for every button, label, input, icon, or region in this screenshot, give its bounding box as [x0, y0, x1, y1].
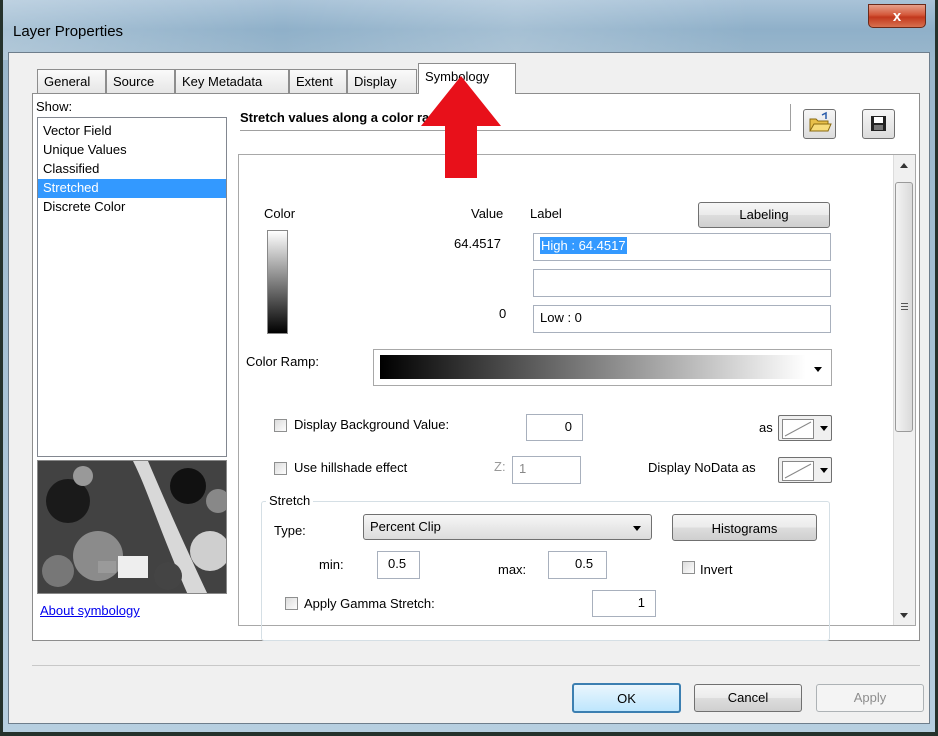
tab-source[interactable]: Source — [106, 69, 175, 93]
tab-label: Display — [354, 74, 397, 89]
hillshade-label: Use hillshade effect — [294, 460, 408, 475]
heading-divider — [240, 130, 790, 131]
invert-checkbox[interactable] — [682, 561, 695, 574]
display-background-label: Display Background Value: — [294, 417, 450, 432]
labeling-button[interactable]: Labeling — [698, 202, 830, 228]
high-label-input[interactable]: High : 64.4517 — [533, 233, 831, 261]
window-edge-left — [0, 0, 3, 736]
cancel-button[interactable]: Cancel — [694, 684, 802, 712]
list-item-stretched[interactable]: Stretched — [38, 179, 226, 198]
z-factor-input[interactable]: 1 — [512, 456, 581, 484]
tab-extent[interactable]: Extent — [289, 69, 347, 93]
list-item-vector-field[interactable]: Vector Field — [38, 122, 226, 141]
ok-button[interactable]: OK — [572, 683, 681, 713]
apply-button[interactable]: Apply — [816, 684, 924, 712]
z-label: Z: — [494, 459, 506, 474]
apply-button-label: Apply — [853, 690, 887, 705]
mid-label-input[interactable] — [533, 269, 831, 297]
max-label: max: — [498, 562, 527, 577]
cancel-button-label: Cancel — [727, 690, 769, 705]
symbology-heading: Stretch values along a color ramp — [240, 110, 449, 125]
list-item-unique-values[interactable]: Unique Values — [38, 141, 226, 160]
type-label: Type: — [274, 523, 306, 538]
dropdown-arrow-icon — [814, 367, 822, 372]
high-label-text: High : 64.4517 — [540, 237, 627, 254]
histograms-button[interactable]: Histograms — [672, 514, 817, 541]
tab-key-metadata[interactable]: Key Metadata — [175, 69, 289, 93]
dropdown-arrow-icon — [633, 526, 641, 531]
stretch-type-value: Percent Clip — [370, 519, 441, 534]
dropdown-arrow-icon — [820, 468, 828, 473]
show-label: Show: — [36, 99, 73, 114]
window-edge-bottom — [0, 732, 938, 736]
low-label-input[interactable]: Low : 0 — [533, 305, 831, 333]
background-color-picker[interactable] — [778, 415, 832, 441]
close-icon: x — [892, 8, 902, 25]
close-button[interactable]: x — [868, 4, 926, 28]
open-layer-file-button[interactable] — [803, 109, 836, 139]
min-label: min: — [319, 557, 344, 572]
gamma-stretch-label: Apply Gamma Stretch: — [304, 596, 435, 611]
stretch-type-dropdown[interactable]: Percent Clip — [363, 514, 652, 540]
color-gradient-swatch[interactable] — [267, 230, 288, 334]
show-list[interactable]: Vector Field Unique Values Classified St… — [37, 117, 227, 457]
color-ramp-preview — [380, 355, 806, 379]
symbology-preview-image — [37, 460, 227, 594]
high-value: 64.4517 — [454, 236, 501, 251]
nodata-label: Display NoData as — [648, 460, 756, 475]
list-item-discrete-color[interactable]: Discrete Color — [38, 198, 226, 217]
scroll-down-icon[interactable] — [900, 613, 908, 618]
color-header: Color — [264, 206, 296, 221]
color-ramp-label: Color Ramp: — [246, 354, 319, 369]
tab-label: General — [44, 74, 91, 89]
display-background-checkbox[interactable] — [274, 419, 287, 432]
invert-label: Invert — [700, 562, 733, 577]
dropdown-arrow-icon — [820, 426, 828, 431]
heading-divider-vertical — [790, 104, 791, 131]
value-header: Value — [471, 206, 504, 221]
hillshade-checkbox[interactable] — [274, 462, 287, 475]
max-input[interactable]: 0.5 — [548, 551, 607, 579]
min-input[interactable]: 0.5 — [377, 551, 420, 579]
color-ramp-dropdown[interactable] — [373, 349, 832, 386]
label-header: Label — [530, 206, 562, 221]
tab-label: Source — [113, 74, 155, 89]
histograms-button-label: Histograms — [711, 521, 778, 536]
background-value-input[interactable]: 0 — [526, 414, 583, 441]
as-label: as — [759, 420, 773, 435]
labeling-button-label: Labeling — [739, 207, 789, 222]
stretch-group-label: Stretch — [266, 493, 314, 508]
gamma-stretch-checkbox[interactable] — [285, 597, 298, 610]
list-item-classified[interactable]: Classified — [38, 160, 226, 179]
footer-divider — [32, 665, 920, 666]
low-value: 0 — [499, 306, 507, 321]
gamma-value-input[interactable]: 1 — [592, 590, 656, 617]
scroll-up-icon[interactable] — [900, 163, 908, 168]
tab-label: Key Metadata — [182, 74, 263, 89]
open-folder-icon — [809, 111, 832, 132]
save-disk-icon — [871, 116, 886, 131]
save-layer-file-button[interactable] — [862, 109, 895, 139]
nodata-color-picker[interactable] — [778, 457, 832, 483]
tab-label: Extent — [296, 74, 333, 89]
red-pointer-arrow — [421, 76, 501, 178]
about-symbology-link[interactable]: About symbology — [40, 603, 140, 618]
tab-display[interactable]: Display — [347, 69, 417, 93]
scrollbar-thumb[interactable] — [895, 182, 913, 432]
ok-button-label: OK — [617, 691, 636, 706]
tab-general[interactable]: General — [37, 69, 106, 93]
window-title: Layer Properties — [13, 23, 124, 40]
